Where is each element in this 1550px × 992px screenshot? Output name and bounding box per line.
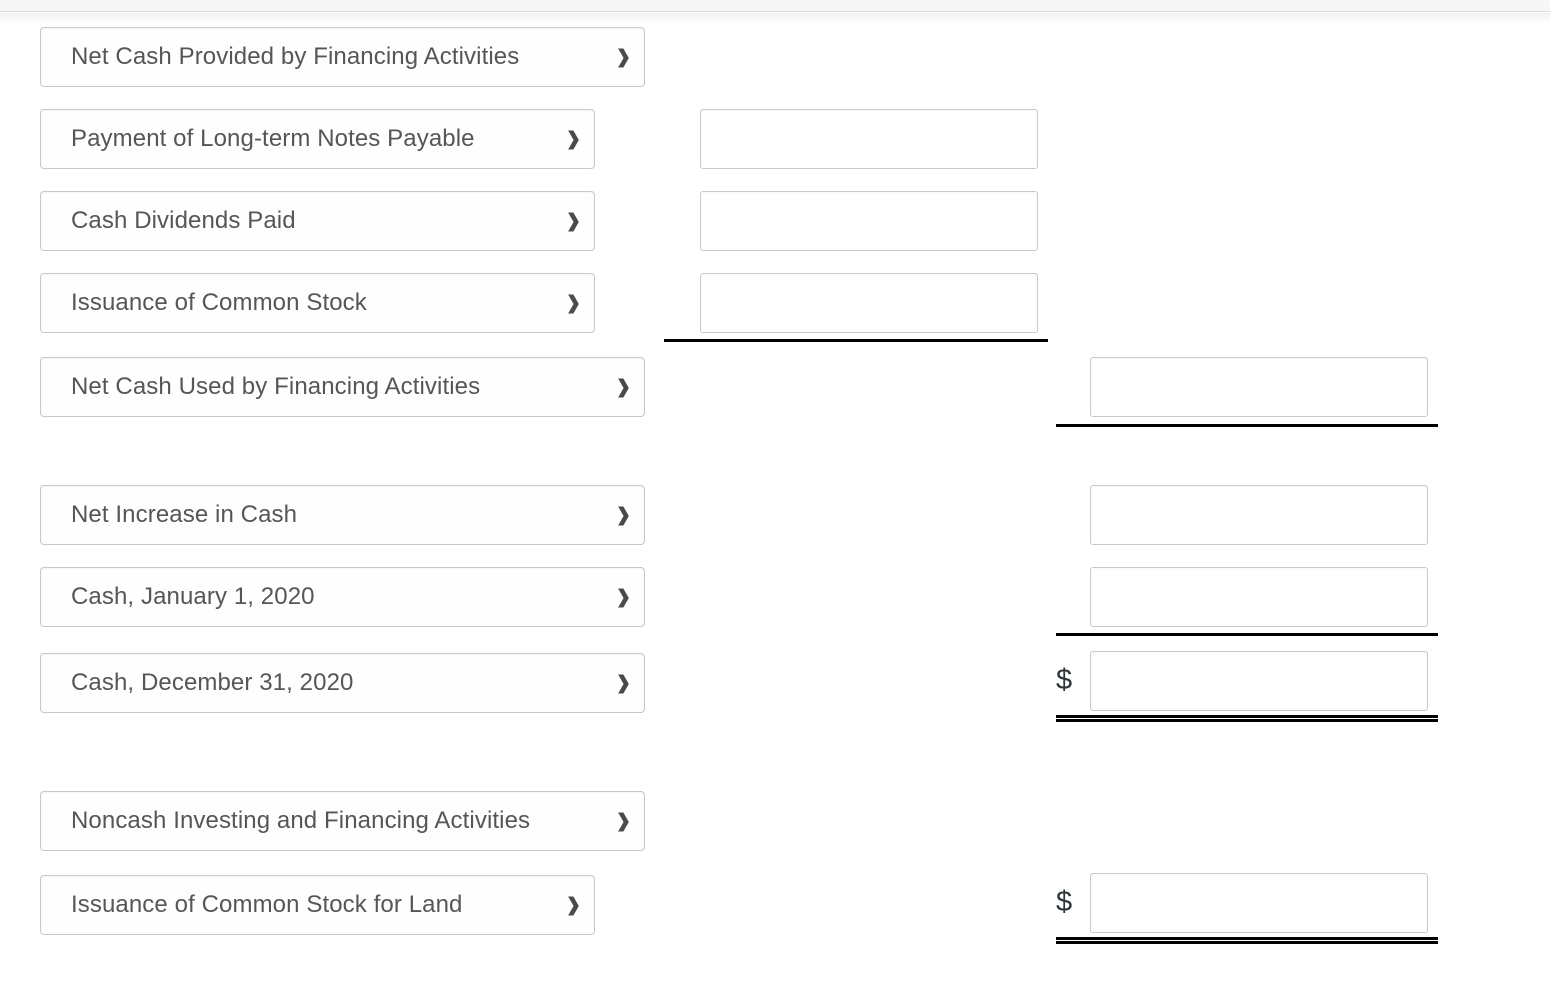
select-label: Cash, December 31, 2020 xyxy=(71,669,354,696)
select-net-increase-in-cash[interactable]: Net Increase in Cash ❱ xyxy=(40,485,645,545)
select-label: Noncash Investing and Financing Activiti… xyxy=(71,807,531,834)
amount-input-cash-dividends-paid[interactable] xyxy=(700,191,1038,251)
page-top-strip xyxy=(0,0,1550,12)
dollar-sign-cash-december-31-2020: $ xyxy=(1056,664,1073,696)
select-issuance-of-common-stock-for-land[interactable]: Issuance of Common Stock for Land ❱ xyxy=(40,875,595,935)
total-rule-net-cash-used-financing xyxy=(1056,424,1438,427)
select-label: Cash Dividends Paid xyxy=(71,207,296,234)
dollar-sign-issuance-of-common-stock-for-land: $ xyxy=(1056,886,1073,918)
select-noncash-investing-and-financing-activities[interactable]: Noncash Investing and Financing Activiti… xyxy=(40,791,645,851)
select-label: Net Cash Provided by Financing Activitie… xyxy=(71,43,520,70)
subtotal-rule-cash-january xyxy=(1056,633,1438,636)
subtotal-rule-financing-detail xyxy=(664,339,1048,342)
select-label: Issuance of Common Stock xyxy=(71,289,367,316)
chevron-down-icon: ❱ xyxy=(614,376,633,398)
page-top-shadow xyxy=(0,13,1550,23)
select-cash-january-1-2020[interactable]: Cash, January 1, 2020 ❱ xyxy=(40,567,645,627)
amount-input-payment-of-long-term-notes-payable[interactable] xyxy=(700,109,1038,169)
select-cash-dividends-paid[interactable]: Cash Dividends Paid ❱ xyxy=(40,191,595,251)
cash-flow-statement-sheet: Net Cash Provided by Financing Activitie… xyxy=(0,0,1550,992)
select-label: Payment of Long-term Notes Payable xyxy=(71,125,475,152)
amount-input-net-increase-in-cash[interactable] xyxy=(1090,485,1428,545)
chevron-down-icon: ❱ xyxy=(564,292,583,314)
chevron-down-icon: ❱ xyxy=(614,46,633,68)
chevron-down-icon: ❱ xyxy=(614,810,633,832)
select-label: Net Cash Used by Financing Activities xyxy=(71,373,481,400)
amount-input-cash-december-31-2020[interactable] xyxy=(1090,651,1428,711)
select-label: Issuance of Common Stock for Land xyxy=(71,891,463,918)
amount-input-issuance-of-common-stock[interactable] xyxy=(700,273,1038,333)
amount-input-net-cash-used-by-financing-activities[interactable] xyxy=(1090,357,1428,417)
chevron-down-icon: ❱ xyxy=(614,504,633,526)
select-net-cash-provided-by-financing-activities[interactable]: Net Cash Provided by Financing Activitie… xyxy=(40,27,645,87)
select-net-cash-used-by-financing-activities[interactable]: Net Cash Used by Financing Activities ❱ xyxy=(40,357,645,417)
chevron-down-icon: ❱ xyxy=(564,128,583,150)
chevron-down-icon: ❱ xyxy=(564,894,583,916)
amount-input-cash-january-1-2020[interactable] xyxy=(1090,567,1428,627)
select-issuance-of-common-stock[interactable]: Issuance of Common Stock ❱ xyxy=(40,273,595,333)
select-label: Cash, January 1, 2020 xyxy=(71,583,315,610)
select-label: Net Increase in Cash xyxy=(71,501,298,528)
amount-input-issuance-of-common-stock-for-land[interactable] xyxy=(1090,873,1428,933)
chevron-down-icon: ❱ xyxy=(614,672,633,694)
grand-total-rule-noncash xyxy=(1056,937,1438,944)
select-payment-of-long-term-notes-payable[interactable]: Payment of Long-term Notes Payable ❱ xyxy=(40,109,595,169)
grand-total-rule-cash-december xyxy=(1056,715,1438,722)
chevron-down-icon: ❱ xyxy=(614,586,633,608)
chevron-down-icon: ❱ xyxy=(564,210,583,232)
select-cash-december-31-2020[interactable]: Cash, December 31, 2020 ❱ xyxy=(40,653,645,713)
